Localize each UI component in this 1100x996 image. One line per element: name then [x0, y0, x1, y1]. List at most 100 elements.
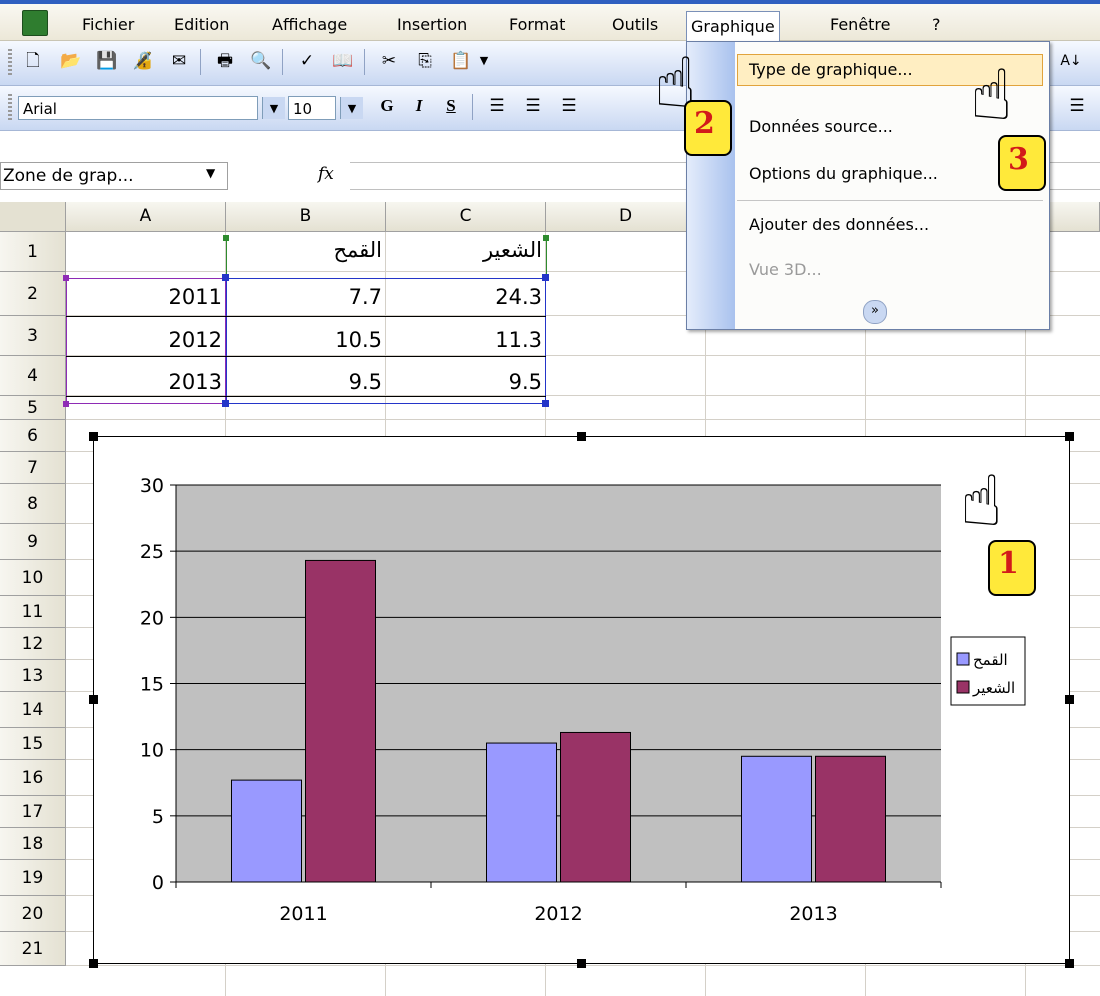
row-header-6[interactable]: 6 — [0, 420, 66, 452]
row-header-19[interactable]: 19 — [0, 860, 66, 896]
font-size-dropdown-icon[interactable]: ▼ — [340, 97, 363, 119]
print-preview-icon[interactable]: 🔍 — [246, 47, 276, 75]
range-handle[interactable] — [542, 400, 549, 407]
copy-icon[interactable]: ⎘ — [410, 47, 440, 75]
menu-fenetre[interactable]: Fenêtre — [826, 12, 895, 38]
range-handle[interactable] — [223, 235, 229, 241]
align-left-icon[interactable]: ☰ — [482, 92, 512, 120]
permission-icon[interactable]: 🔏 — [128, 47, 158, 75]
chart-resize-handle[interactable] — [577, 959, 586, 968]
indent-icon[interactable]: ☰ — [1062, 92, 1092, 120]
cell-b1[interactable]: القمح — [226, 238, 386, 268]
select-all-corner[interactable] — [0, 202, 66, 232]
spelling-icon[interactable]: ✓ — [292, 47, 322, 75]
menu-fichier[interactable]: Fichier — [78, 12, 138, 38]
bar-2013-series-2[interactable] — [815, 755, 886, 883]
cut-icon[interactable]: ✂ — [374, 47, 404, 75]
font-name-dropdown-icon[interactable]: ▼ — [262, 97, 285, 119]
row-header-21[interactable]: 21 — [0, 932, 66, 966]
chart-resize-handle[interactable] — [1065, 432, 1074, 441]
chart-resize-handle[interactable] — [89, 959, 98, 968]
legend[interactable]: القمح الشعير — [950, 636, 1026, 706]
row-header-16[interactable]: 16 — [0, 760, 66, 796]
range-handle[interactable] — [63, 401, 69, 407]
bar-2012-series-2[interactable] — [560, 731, 631, 883]
name-box-dropdown-icon[interactable]: ▼ — [206, 166, 215, 180]
column-header-b[interactable]: B — [226, 202, 386, 232]
column-header-d[interactable]: D — [546, 202, 706, 232]
row-header-9[interactable]: 9 — [0, 524, 66, 560]
email-icon[interactable]: ✉ — [164, 47, 194, 75]
row-header-1[interactable]: 1 — [0, 232, 66, 272]
row-header-15[interactable]: 15 — [0, 728, 66, 760]
cell-c1[interactable]: الشعير — [386, 238, 546, 268]
menu-outils[interactable]: Outils — [608, 12, 662, 38]
chart-area[interactable]: 0 5 10 15 20 25 30 2011 2012 2013 القمح الشعير — [93, 436, 1070, 964]
row-header-11[interactable]: 11 — [0, 596, 66, 628]
row-header-20[interactable]: 20 — [0, 896, 66, 932]
menu-item-add-data[interactable]: Ajouter des données... — [749, 210, 929, 240]
menu-item-chart-type[interactable]: Type de graphique... — [749, 55, 913, 85]
menu-item-source-data[interactable]: Données source... — [749, 112, 893, 142]
save-icon[interactable]: 💾 — [92, 47, 122, 75]
row-header-10[interactable]: 10 — [0, 560, 66, 596]
chart-resize-handle[interactable] — [577, 432, 586, 441]
font-size-combo[interactable]: 10 — [288, 96, 336, 120]
menu-edition[interactable]: Edition — [170, 12, 233, 38]
print-icon[interactable]: 🖶 — [210, 47, 240, 75]
chart-resize-handle[interactable] — [1065, 959, 1074, 968]
row-header-12[interactable]: 12 — [0, 628, 66, 660]
sort-ascending-icon[interactable]: A↓ — [1056, 47, 1086, 75]
row-header-5[interactable]: 5 — [0, 396, 66, 420]
bold-button[interactable]: G — [372, 92, 402, 120]
menu-help[interactable]: ? — [928, 12, 945, 38]
series-name-range-border — [546, 238, 547, 278]
row-header-7[interactable]: 7 — [0, 452, 66, 484]
chart-resize-handle[interactable] — [89, 432, 98, 441]
range-handle[interactable] — [222, 274, 229, 281]
menu-expand-chevron-icon[interactable]: » — [863, 300, 887, 324]
italic-button[interactable]: I — [404, 92, 434, 120]
range-handle[interactable] — [63, 275, 69, 281]
bar-2012-series-1[interactable] — [486, 742, 557, 883]
paste-icon[interactable]: 📋 — [446, 47, 476, 75]
chart-svg[interactable]: 0 5 10 15 20 25 30 2011 2012 2013 القمح الشعير — [94, 437, 1069, 963]
menu-affichage[interactable]: Affichage — [268, 12, 351, 38]
range-handle[interactable] — [542, 274, 549, 281]
menu-graphique[interactable]: Graphique — [686, 11, 780, 42]
align-center-icon[interactable]: ☰ — [518, 92, 548, 120]
menu-format[interactable]: Format — [505, 12, 569, 38]
toolbar-grip[interactable] — [8, 49, 12, 77]
fx-icon[interactable]: fx — [318, 164, 334, 184]
range-handle[interactable] — [222, 400, 229, 407]
bar-2011-series-1[interactable] — [231, 779, 302, 883]
new-document-icon[interactable]: 🗋 — [18, 47, 48, 75]
row-header-17[interactable]: 17 — [0, 796, 66, 828]
name-box[interactable]: Zone de grap... — [0, 162, 228, 190]
chart-resize-handle[interactable] — [89, 695, 98, 704]
research-icon[interactable]: 📖 — [328, 47, 358, 75]
row-header-4[interactable]: 4 — [0, 356, 66, 396]
menu-insertion[interactable]: Insertion — [393, 12, 471, 38]
underline-button[interactable]: S — [436, 92, 466, 120]
row-header-14[interactable]: 14 — [0, 692, 66, 728]
row-header-8[interactable]: 8 — [0, 484, 66, 524]
column-header-c[interactable]: C — [386, 202, 546, 232]
paste-dropdown-icon[interactable]: ▼ — [476, 47, 492, 75]
excel-app-icon[interactable] — [22, 10, 48, 36]
menu-item-chart-options[interactable]: Options du graphique... — [749, 159, 938, 189]
bar-2013-series-1[interactable] — [741, 755, 812, 883]
chart-resize-handle[interactable] — [1065, 695, 1074, 704]
bar-2011-series-2[interactable] — [305, 559, 376, 883]
row-header-18[interactable]: 18 — [0, 828, 66, 860]
open-folder-icon[interactable]: 📂 — [56, 47, 86, 75]
range-handle[interactable] — [543, 235, 549, 241]
row-header-13[interactable]: 13 — [0, 660, 66, 692]
row-header-2[interactable]: 2 — [0, 272, 66, 316]
toolbar-separator — [282, 49, 283, 75]
align-right-icon[interactable]: ☰ — [554, 92, 584, 120]
toolbar-grip[interactable] — [8, 94, 12, 122]
font-name-combo[interactable]: Arial — [18, 96, 258, 120]
row-header-3[interactable]: 3 — [0, 316, 66, 356]
column-header-a[interactable]: A — [66, 202, 226, 232]
